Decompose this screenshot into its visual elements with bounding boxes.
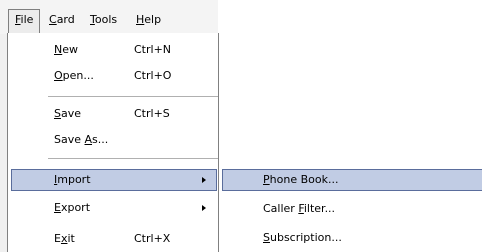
menu-tools-label-post: ools — [94, 13, 118, 26]
file-menu-open-shortcut: Ctrl+O — [134, 69, 172, 82]
file-menu-new-shortcut: Ctrl+N — [134, 43, 172, 56]
file-menu-export[interactable]: Export — [8, 197, 218, 219]
file-menu-open[interactable]: Open... Ctrl+O — [8, 65, 218, 87]
menu-file-label-post: ile — [20, 13, 34, 26]
import-subscription[interactable]: Subscription... — [219, 227, 482, 249]
menu-separator — [48, 158, 218, 159]
menu-help-label-post: elp — [144, 13, 162, 26]
file-menu-export-label: Export — [54, 201, 91, 214]
menu-card[interactable]: Card — [43, 9, 81, 31]
file-menu-import-label: Import — [54, 173, 91, 186]
import-caller-filter[interactable]: Caller Filter... — [219, 198, 482, 220]
import-subscription-label: Subscription... — [263, 231, 342, 244]
file-menu-new-label: New — [54, 43, 78, 56]
file-menu-new[interactable]: New Ctrl+N — [8, 39, 218, 61]
file-menu-save-as[interactable]: Save As... — [8, 129, 218, 151]
submenu-arrow-icon — [202, 205, 206, 211]
file-menu-exit[interactable]: Exit Ctrl+X — [8, 228, 218, 250]
file-menu-save-as-label: Save As... — [54, 133, 109, 146]
menu-card-label-post: ard — [56, 13, 75, 26]
menu-separator — [48, 96, 218, 97]
import-submenu: Phone Book... Caller Filter... Subscript… — [218, 164, 482, 252]
menu-tools[interactable]: Tools — [84, 9, 123, 31]
menu-card-accesskey: C — [49, 13, 57, 26]
file-menu-save[interactable]: Save Ctrl+S — [8, 103, 218, 125]
menu-file[interactable]: File — [8, 9, 41, 34]
import-caller-filter-label: Caller Filter... — [263, 202, 336, 215]
import-phone-book-label: Phone Book... — [263, 173, 339, 186]
submenu-arrow-icon — [202, 177, 206, 183]
file-menu-import[interactable]: Import — [11, 169, 217, 191]
file-menu-save-shortcut: Ctrl+S — [134, 107, 170, 120]
file-menu-dropdown: New Ctrl+N Open... Ctrl+O Save Ctrl+S Sa… — [7, 33, 219, 252]
menu-bar: File Card Tools Help — [0, 0, 218, 34]
file-menu-open-label: Open... — [54, 69, 94, 82]
import-phone-book[interactable]: Phone Book... — [222, 169, 482, 191]
file-menu-exit-shortcut: Ctrl+X — [134, 232, 171, 245]
menu-help[interactable]: Help — [130, 9, 167, 31]
file-menu-save-label: Save — [54, 107, 82, 120]
file-menu-exit-label: Exit — [54, 232, 75, 245]
